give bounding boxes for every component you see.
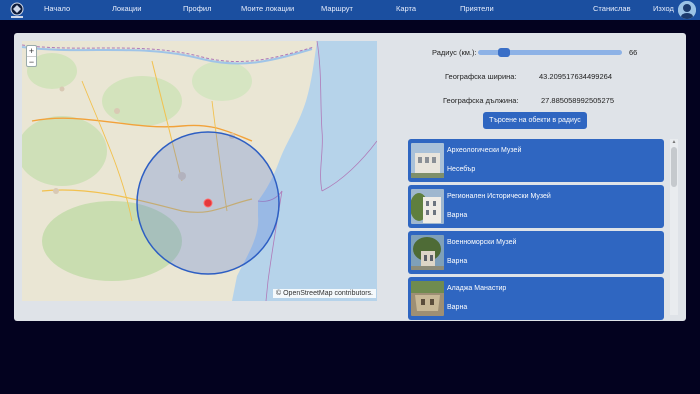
museum-photo — [411, 189, 444, 224]
slider-thumb[interactable] — [497, 48, 510, 57]
navbar: Начало Локации Профил Моите локации Марш… — [0, 0, 700, 20]
list-item[interactable]: Военноморски Музей Варна — [408, 231, 664, 274]
nav-profile[interactable]: Профил — [183, 4, 211, 13]
zoom-control: + − — [26, 45, 37, 67]
results-list: Археологически Музей Несебър Регионален … — [408, 139, 664, 321]
radius-slider[interactable] — [478, 48, 622, 57]
avatar[interactable] — [678, 1, 696, 19]
result-city: Несебър — [447, 166, 476, 173]
radius-label: Радиус (км.): — [432, 48, 477, 57]
nav-logout[interactable]: Изход — [653, 4, 674, 13]
result-city: Варна — [447, 304, 468, 311]
nav-map[interactable]: Карта — [396, 4, 416, 13]
search-radius-button[interactable]: Търсене на обекти в радиус — [483, 112, 587, 129]
monastery-photo — [411, 281, 444, 316]
zoom-in-button[interactable]: + — [27, 46, 36, 56]
result-name: Археологически Музей — [447, 147, 522, 154]
latitude-label: Географска ширина: — [445, 72, 517, 81]
avatar-icon — [678, 1, 696, 19]
nav-home[interactable]: Начало — [44, 4, 70, 13]
result-city: Варна — [447, 258, 468, 265]
nav-my-locations[interactable]: Моите локации — [241, 4, 294, 13]
zoom-out-button[interactable]: − — [27, 56, 36, 67]
results-scrollbar[interactable]: ▲ — [670, 139, 678, 315]
radius-value: 66 — [629, 48, 638, 57]
logo-icon[interactable] — [6, 1, 28, 19]
museum-photo — [411, 143, 444, 178]
museum-photo — [411, 235, 444, 270]
scroll-thumb[interactable] — [671, 147, 677, 187]
nav-route[interactable]: Маршрут — [321, 4, 353, 13]
list-item[interactable]: Археологически Музей Несебър — [408, 139, 664, 182]
scroll-up-icon[interactable]: ▲ — [670, 139, 678, 146]
nav-user[interactable]: Станислав — [593, 4, 631, 13]
longitude-value: 27.885058992505275 — [541, 96, 614, 105]
list-item[interactable]: Аладжа Манастир Варна — [408, 277, 664, 320]
map-attribution[interactable]: © OpenStreetMap contributors. — [273, 289, 376, 298]
result-name: Регионален Исторически Музей — [447, 193, 551, 200]
list-item[interactable]: Регионален Исторически Музей Варна — [408, 185, 664, 228]
map-tiles — [22, 41, 377, 301]
nav-locations[interactable]: Локации — [112, 4, 141, 13]
latitude-value: 43.209517634499264 — [539, 72, 612, 81]
result-name: Аладжа Манастир — [447, 285, 507, 292]
longitude-label: Географска дължина: — [443, 96, 519, 105]
map-view[interactable]: © OpenStreetMap contributors. — [22, 41, 377, 301]
result-city: Варна — [447, 212, 468, 219]
nav-friends[interactable]: Приятели — [460, 4, 494, 13]
result-name: Военноморски Музей — [447, 239, 517, 246]
